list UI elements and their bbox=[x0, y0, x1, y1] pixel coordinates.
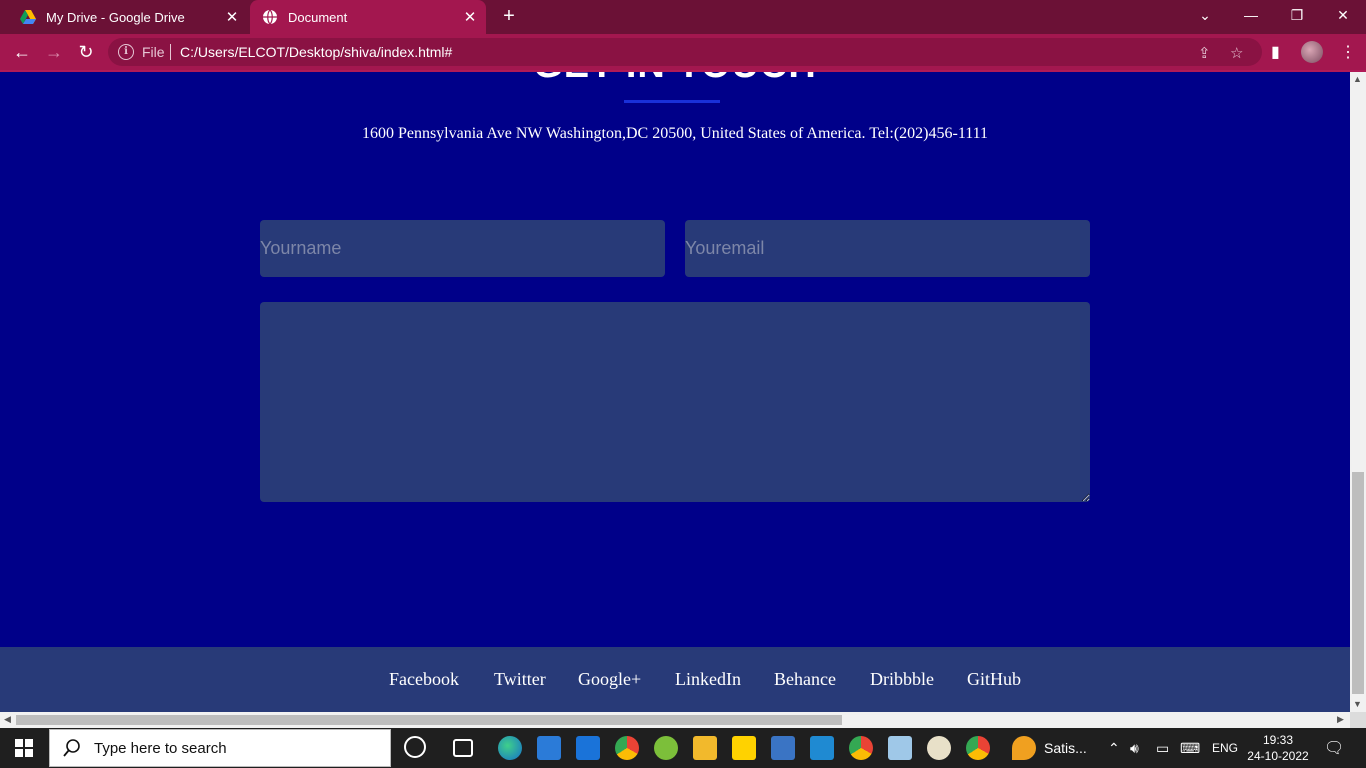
file-explorer-icon[interactable] bbox=[693, 736, 717, 760]
info-icon[interactable]: i bbox=[118, 44, 134, 60]
facebook-link[interactable]: Facebook bbox=[389, 669, 459, 690]
language-indicator[interactable]: ENG bbox=[1212, 728, 1238, 768]
clock-time: 19:33 bbox=[1262, 733, 1294, 747]
google-plus-link[interactable]: Google+ bbox=[578, 669, 641, 690]
forward-arrow-icon[interactable]: → bbox=[40, 38, 68, 66]
new-tab-button[interactable]: + bbox=[498, 5, 520, 27]
address-divider bbox=[170, 44, 171, 60]
menu-kebab-icon[interactable]: ⋮ bbox=[1340, 42, 1356, 62]
greenshot-icon[interactable] bbox=[654, 736, 678, 760]
browser-toolbar: ← → ↻ i File C:/Users/ELCOT/Desktop/shiv… bbox=[0, 34, 1366, 70]
heading-underline bbox=[624, 100, 720, 103]
share-icon[interactable]: ⇪ bbox=[1198, 44, 1211, 62]
close-icon[interactable]: ✕ bbox=[460, 8, 480, 26]
tab-google-drive[interactable]: My Drive - Google Drive ✕ bbox=[8, 0, 248, 34]
tab-title: My Drive - Google Drive bbox=[46, 9, 185, 25]
search-placeholder: Type here to search bbox=[94, 739, 227, 757]
horizontal-scrollbar[interactable]: ◀ ▶ bbox=[0, 712, 1350, 728]
scheme-label: File bbox=[142, 44, 165, 60]
page-viewport: GET IN TOUCH 1600 Pennsylvania Ave NW Wa… bbox=[0, 72, 1350, 712]
store-icon[interactable] bbox=[537, 736, 561, 760]
github-link[interactable]: GitHub bbox=[967, 669, 1021, 690]
chrome-icon[interactable] bbox=[615, 736, 639, 760]
chrome-window-icon[interactable] bbox=[966, 736, 990, 760]
windows-logo-icon bbox=[15, 739, 33, 757]
restore-icon[interactable]: ❐ bbox=[1274, 0, 1320, 30]
taskbar-search-box[interactable]: Type here to search bbox=[49, 729, 391, 767]
mail-icon[interactable] bbox=[576, 736, 600, 760]
scroll-left-icon[interactable]: ◀ bbox=[4, 714, 11, 725]
dribbble-link[interactable]: Dribbble bbox=[870, 669, 934, 690]
horizontal-scroll-thumb[interactable] bbox=[16, 715, 842, 725]
name-input[interactable] bbox=[260, 220, 665, 277]
close-icon[interactable]: ✕ bbox=[222, 8, 242, 26]
back-arrow-icon[interactable]: ← bbox=[8, 38, 36, 66]
satis-app-icon[interactable] bbox=[1012, 736, 1036, 760]
vertical-scrollbar[interactable]: ▲ ▼ bbox=[1350, 72, 1366, 712]
tab-title: Document bbox=[288, 9, 348, 25]
side-panel-icon[interactable]: ▮ bbox=[1271, 42, 1280, 62]
keyboard-icon[interactable]: ⌨ bbox=[1180, 728, 1200, 768]
contact-address: 1600 Pennsylvania Ave NW Washington,DC 2… bbox=[361, 125, 989, 142]
clock-date: 24-10-2022 bbox=[1247, 749, 1309, 763]
windows-taskbar: Type here to search Satis... ⌃ 🔊︎ ▭ ⌨ EN… bbox=[0, 728, 1366, 768]
scroll-up-icon[interactable]: ▲ bbox=[1353, 74, 1362, 84]
tab-search-chevron-icon[interactable]: ⌄ bbox=[1182, 0, 1228, 30]
minimize-icon[interactable]: — bbox=[1228, 0, 1274, 30]
vscode-icon[interactable] bbox=[810, 736, 834, 760]
scroll-right-icon[interactable]: ▶ bbox=[1337, 714, 1344, 725]
message-textarea[interactable] bbox=[260, 302, 1090, 502]
volume-icon[interactable]: 🔊︎ bbox=[1130, 728, 1139, 768]
ise-icon[interactable] bbox=[771, 736, 795, 760]
close-window-icon[interactable]: ✕ bbox=[1320, 0, 1366, 30]
bookmark-star-icon[interactable]: ☆ bbox=[1230, 44, 1243, 62]
task-view-icon[interactable] bbox=[453, 739, 473, 757]
tab-document[interactable]: Document ✕ bbox=[250, 0, 486, 34]
tab-strip: My Drive - Google Drive ✕ Document ✕ + ⌄… bbox=[0, 0, 1366, 34]
section-heading: GET IN TOUCH bbox=[0, 72, 1350, 87]
scroll-down-icon[interactable]: ▼ bbox=[1353, 699, 1362, 709]
tray-chevron-icon[interactable]: ⌃ bbox=[1108, 728, 1120, 768]
email-input[interactable] bbox=[685, 220, 1090, 277]
sticky-notes-icon[interactable] bbox=[732, 736, 756, 760]
clock[interactable]: 19:33 24-10-2022 bbox=[1246, 728, 1310, 768]
chrome-profile-icon[interactable] bbox=[849, 736, 873, 760]
search-icon bbox=[63, 739, 80, 757]
twitter-link[interactable]: Twitter bbox=[494, 669, 546, 690]
satis-app-label[interactable]: Satis... bbox=[1044, 728, 1087, 768]
start-button[interactable] bbox=[0, 728, 48, 768]
behance-link[interactable]: Behance bbox=[774, 669, 836, 690]
reload-icon[interactable]: ↻ bbox=[72, 38, 100, 66]
url-text[interactable]: C:/Users/ELCOT/Desktop/shiva/index.html# bbox=[180, 44, 452, 60]
address-bar[interactable]: i File C:/Users/ELCOT/Desktop/shiva/inde… bbox=[108, 38, 1262, 66]
social-footer: Facebook Twitter Google+ LinkedIn Behanc… bbox=[0, 647, 1350, 712]
notifications-icon[interactable]: 🗨︎ bbox=[1324, 728, 1344, 768]
notepad-icon[interactable] bbox=[888, 736, 912, 760]
cortana-icon[interactable] bbox=[404, 736, 426, 758]
vertical-scroll-thumb[interactable] bbox=[1352, 472, 1364, 694]
linkedin-link[interactable]: LinkedIn bbox=[675, 669, 741, 690]
google-drive-icon bbox=[20, 10, 36, 24]
paint-icon[interactable] bbox=[927, 736, 951, 760]
battery-icon[interactable]: ▭ bbox=[1156, 728, 1169, 768]
globe-icon bbox=[263, 9, 277, 25]
profile-avatar[interactable] bbox=[1301, 41, 1323, 63]
scrollbar-corner bbox=[1350, 712, 1366, 728]
edge-icon[interactable] bbox=[498, 736, 522, 760]
